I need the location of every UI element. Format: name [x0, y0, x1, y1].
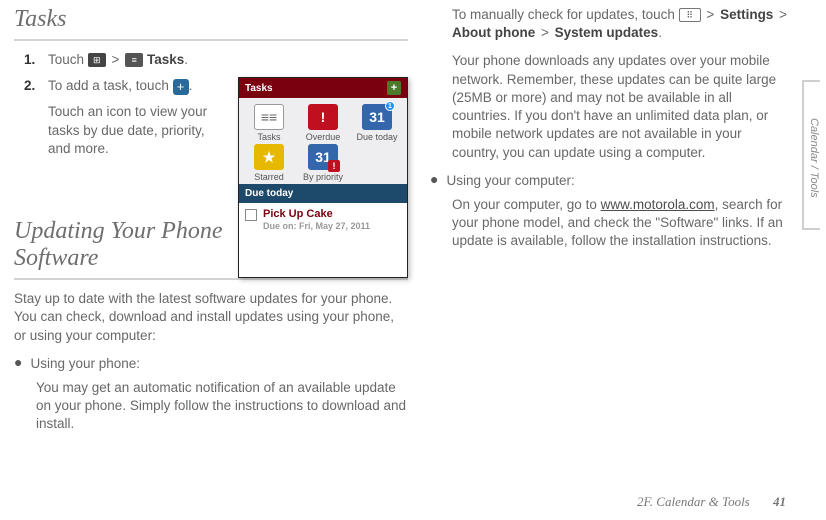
step-2-text: To add a task, touch +. — [48, 77, 228, 95]
tasks-app-header: Tasks + — [239, 78, 407, 98]
settings-label: Settings — [720, 7, 773, 22]
add-plus-icon: + — [173, 79, 189, 95]
cell-label-2: Due today — [351, 132, 403, 142]
task-due: Due on: Fri, May 27, 2011 — [263, 221, 370, 232]
list-icon: ≡≡ — [254, 104, 284, 130]
cell-duetoday: 31 1 Due today — [351, 104, 403, 142]
due-today-header: Due today — [239, 184, 407, 203]
cell-label-3: Starred — [243, 172, 295, 182]
heading-tasks: Tasks — [14, 6, 408, 33]
sysupdates-label: System updates — [555, 25, 659, 40]
overdue-icon: ! — [308, 104, 338, 130]
download-note: Your phone downloads any updates over yo… — [452, 52, 790, 161]
bullet-icon: ● — [14, 355, 22, 369]
calendar-icon: 31 1 — [362, 104, 392, 130]
bullet-phone-body: You may get an automatic notification of… — [36, 379, 408, 434]
cal-num-1: 31 — [369, 109, 385, 125]
rule — [14, 39, 408, 41]
r1-dot: . — [658, 25, 662, 40]
badge-icon: 1 — [385, 101, 395, 111]
checkbox-icon — [245, 209, 257, 221]
gt-r1: > — [704, 7, 716, 22]
bullet-phone: Using your phone: — [30, 355, 140, 373]
heading-updating: Updating Your Phone Software — [14, 218, 228, 272]
priority-overlay-icon: ! — [328, 160, 340, 172]
computer-body: On your computer, go to www.motorola.com… — [452, 196, 790, 251]
r3a: On your computer, go to — [452, 197, 601, 212]
r1a: To manually check for updates, touch — [452, 7, 679, 22]
tasks-app-screenshot: Tasks + ≡≡ Tasks ! Overdue 31 — [238, 77, 408, 278]
tasks-list-icon: ≡ — [125, 53, 143, 67]
task-title: Pick Up Cake — [263, 208, 370, 221]
motorola-link[interactable]: www.motorola.com — [601, 197, 715, 212]
cell-priority: 31 ! By priority — [297, 144, 349, 182]
tasks-add-icon: + — [387, 81, 401, 95]
gt-1: > — [110, 52, 122, 67]
manual-check: To manually check for updates, touch ⠿ >… — [452, 6, 790, 42]
apps-grid-icon: ⊞ — [88, 53, 106, 67]
gt-r2: > — [777, 7, 789, 22]
task-row: Pick Up Cake Due on: Fri, May 27, 2011 — [239, 203, 407, 240]
page-footer: 2F. Calendar & Tools 41 — [637, 494, 786, 510]
step-1-text: Touch ⊞ > ≡ Tasks. — [48, 51, 408, 69]
about-label: About phone — [452, 25, 535, 40]
step1-dot: . — [184, 52, 188, 67]
cell-label-4: By priority — [297, 172, 349, 182]
updating-intro: Stay up to date with the latest software… — [14, 290, 408, 345]
tasks-app-title: Tasks — [245, 83, 273, 94]
cell-tasks: ≡≡ Tasks — [243, 104, 295, 142]
bullet-icon-2: ● — [430, 172, 438, 186]
cell-overdue: ! Overdue — [297, 104, 349, 142]
step2-a: To add a task, touch — [48, 78, 173, 93]
bullet-computer: Using your computer: — [446, 172, 574, 190]
step-num-1: 1. — [24, 51, 42, 69]
tasks-filter-grid: ≡≡ Tasks ! Overdue 31 1 Due today — [239, 98, 407, 184]
star-icon: ★ — [254, 144, 284, 170]
cell-starred: ★ Starred — [243, 144, 295, 182]
cell-label-0: Tasks — [243, 132, 295, 142]
rule-2 — [14, 278, 408, 280]
menu-icon: ⠿ — [679, 8, 701, 22]
footer-page: 41 — [773, 494, 786, 509]
tasks-label: Tasks — [147, 52, 184, 67]
step2-body: Touch an icon to view your tasks by due … — [48, 103, 228, 158]
step-num-2: 2. — [24, 77, 42, 95]
priority-icon: 31 ! — [308, 144, 338, 170]
gt-r3: > — [539, 25, 551, 40]
step2-dot: . — [189, 78, 193, 93]
cell-label-1: Overdue — [297, 132, 349, 142]
side-tab: Calendar / Tools — [802, 80, 820, 230]
step1-a: Touch — [48, 52, 88, 67]
cell-empty — [351, 144, 403, 182]
footer-section: 2F. Calendar & Tools — [637, 494, 750, 509]
